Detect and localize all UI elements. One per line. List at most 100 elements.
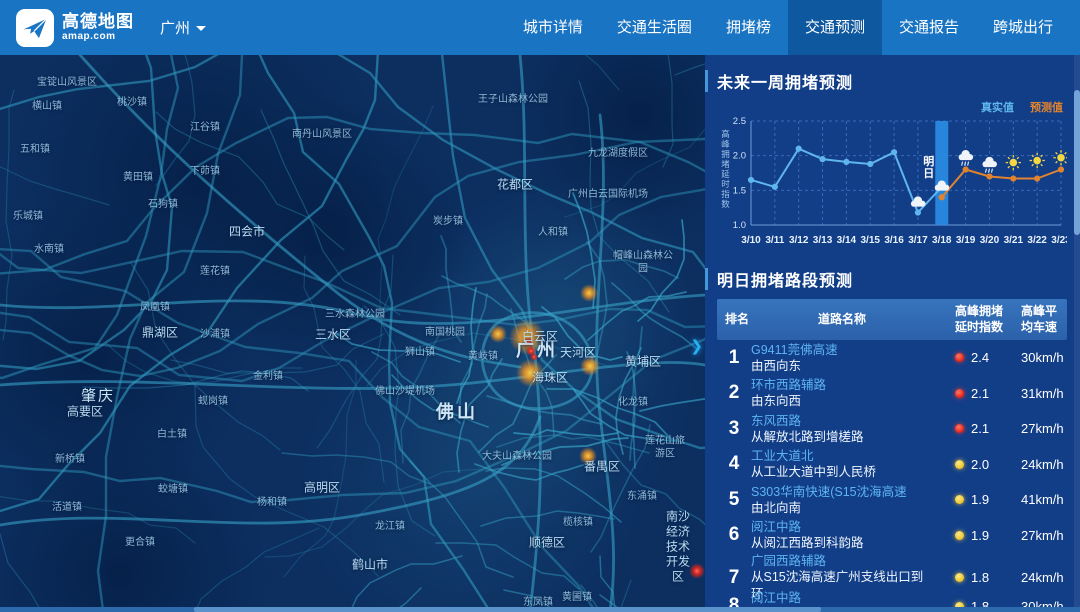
column-header-2: 道路名称 xyxy=(751,312,933,328)
svg-text:3/22: 3/22 xyxy=(1027,235,1047,246)
nav-item-congestion-rank[interactable]: 拥堵榜 xyxy=(709,0,788,55)
avg-speed: 41km/h xyxy=(1005,492,1067,507)
svg-text:1.5: 1.5 xyxy=(733,185,746,196)
congestion-level-dot xyxy=(955,389,964,398)
weather-sun-icon xyxy=(1030,153,1045,168)
nav-item-traffic-report[interactable]: 交通报告 xyxy=(882,0,976,55)
weather-sun-icon xyxy=(1053,150,1067,165)
avg-speed: 30km/h xyxy=(1005,350,1067,365)
congestion-index: 2.1 xyxy=(933,386,1005,401)
nav-item-traffic-life-circle[interactable]: 交通生活圈 xyxy=(600,0,709,55)
rank-cell: 3 xyxy=(717,418,751,440)
table-row: 5S303华南快速(S15沈海高速由北向南1.941km/h xyxy=(717,482,1067,518)
horizontal-scrollbar[interactable] xyxy=(0,607,1080,612)
amap-traffic-app: 高德地图 amap.com 广州 城市详情交通生活圈拥堵榜交通预测交通报告跨城出… xyxy=(0,0,1080,612)
avg-speed: 31km/h xyxy=(1005,386,1067,401)
road-direction: 由西向东 xyxy=(751,358,933,374)
table-row: 2环市西路辅路由东向西2.131km/h xyxy=(717,376,1067,412)
tomorrow-band xyxy=(935,121,948,225)
avg-speed: 27km/h xyxy=(1005,528,1067,543)
table-row: 6阅江中路从阅江西路到科韵路1.927km/h xyxy=(717,518,1067,554)
road-network xyxy=(0,55,705,612)
congestion-hotspot xyxy=(689,563,705,579)
congestion-level-dot xyxy=(955,353,964,362)
road-direction: 从解放北路到增槎路 xyxy=(751,429,933,445)
congestion-index: 1.9 xyxy=(933,492,1005,507)
road-name-link[interactable]: 广园西路辅路 xyxy=(751,553,933,569)
congestion-hotspot xyxy=(489,325,507,343)
y-axis-label: 高峰拥堵延时指数 xyxy=(721,129,731,209)
svg-text:3/17: 3/17 xyxy=(908,235,928,246)
svg-text:3/19: 3/19 xyxy=(956,235,976,246)
svg-text:3/18: 3/18 xyxy=(932,235,952,246)
main-content: 广州佛山肇庆四会市鼎湖区三水区高要区高明区顺德区番禺区天河区黄埔区海珠区白云区花… xyxy=(0,55,1080,612)
week-forecast-section: 未来一周拥堵预测 真实值预测值 1.01.52.02.5明日 3/103/113… xyxy=(717,69,1067,255)
nav-item-city-detail[interactable]: 城市详情 xyxy=(506,0,600,55)
congestion-index: 2.0 xyxy=(933,457,1005,472)
chart-legend: 真实值预测值 xyxy=(717,99,1063,113)
road-name-link[interactable]: G9411莞佛高速 xyxy=(751,342,933,358)
congestion-level-dot xyxy=(955,495,964,504)
week-forecast-title: 未来一周拥堵预测 xyxy=(717,69,1067,93)
column-header-3: 高峰拥堵 延时指数 xyxy=(933,304,1005,335)
horizontal-scrollbar-thumb[interactable] xyxy=(194,607,820,612)
vertical-scrollbar-thumb[interactable] xyxy=(1074,90,1080,235)
rank-cell: 7 xyxy=(717,567,751,589)
road-name-link[interactable]: 工业大道北 xyxy=(751,448,933,464)
congestion-index: 1.8 xyxy=(933,570,1005,585)
svg-text:3/16: 3/16 xyxy=(884,235,904,246)
table-row: 1G9411莞佛高速由西向东2.430km/h xyxy=(717,340,1067,376)
road-name-link[interactable]: 环市西路辅路 xyxy=(751,377,933,393)
road-direction: 由北向南 xyxy=(751,500,933,516)
table-body: 1G9411莞佛高速由西向东2.430km/h2环市西路辅路由东向西2.131k… xyxy=(717,340,1067,612)
congestion-hotspot xyxy=(580,356,600,376)
road-name-link[interactable]: 阅江中路 xyxy=(751,519,933,535)
svg-text:3/20: 3/20 xyxy=(980,235,1000,246)
series-forecast-line xyxy=(942,170,1061,198)
svg-text:2.5: 2.5 xyxy=(733,116,746,127)
svg-text:3/12: 3/12 xyxy=(789,235,809,246)
congestion-hotspot xyxy=(523,337,533,347)
brand-logo[interactable]: 高德地图 amap.com xyxy=(16,9,134,47)
amap-paper-plane-icon xyxy=(16,9,54,47)
road-name-link[interactable]: S303华南快速(S15沈海高速 xyxy=(751,484,933,500)
svg-text:3/15: 3/15 xyxy=(860,235,880,246)
congestion-index: 2.4 xyxy=(933,350,1005,365)
rank-cell: 2 xyxy=(717,382,751,404)
congestion-level-dot xyxy=(955,460,964,469)
panel-collapse-arrow[interactable]: ❯ xyxy=(690,337,703,355)
brand-domain: amap.com xyxy=(62,32,134,42)
congestion-level-dot xyxy=(955,573,964,582)
road-name-link[interactable]: 阅江中路 xyxy=(751,590,933,606)
road-direction: 从阅江西路到科韵路 xyxy=(751,535,933,551)
congestion-level-dot xyxy=(955,531,964,540)
rank-cell: 6 xyxy=(717,524,751,546)
congestion-hotspot xyxy=(579,447,597,465)
legend-forecast-value: 预测值 xyxy=(1030,102,1063,114)
traffic-map[interactable]: 广州佛山肇庆四会市鼎湖区三水区高要区高明区顺德区番禺区天河区黄埔区海珠区白云区花… xyxy=(0,55,705,612)
city-selector[interactable]: 广州 xyxy=(160,17,206,38)
congestion-level-dot xyxy=(955,424,964,433)
tomorrow-label: 明日 xyxy=(923,155,934,180)
svg-text:3/11: 3/11 xyxy=(765,235,784,246)
avg-speed: 24km/h xyxy=(1005,457,1067,472)
table-row: 3东风西路从解放北路到增槎路2.127km/h xyxy=(717,411,1067,447)
avg-speed: 27km/h xyxy=(1005,421,1067,436)
svg-text:3/21: 3/21 xyxy=(1004,235,1024,246)
congestion-hotspot xyxy=(580,284,598,302)
vertical-scrollbar[interactable] xyxy=(1074,55,1080,607)
svg-text:3/10: 3/10 xyxy=(741,235,761,246)
rank-cell: 1 xyxy=(717,347,751,369)
road-name-link[interactable]: 东风西路 xyxy=(751,413,933,429)
svg-text:3/23: 3/23 xyxy=(1051,235,1067,246)
nav-item-traffic-forecast[interactable]: 交通预测 xyxy=(788,0,882,55)
nav-menu: 城市详情交通生活圈拥堵榜交通预测交通报告跨城出行 xyxy=(506,0,1070,55)
svg-text:2.0: 2.0 xyxy=(733,151,746,162)
congestion-hotspot xyxy=(516,359,544,387)
congestion-index: 2.1 xyxy=(933,421,1005,436)
nav-item-intercity-travel[interactable]: 跨城出行 xyxy=(976,0,1070,55)
congestion-index: 1.9 xyxy=(933,528,1005,543)
brand-name: 高德地图 xyxy=(62,13,134,30)
forecast-panel: 未来一周拥堵预测 真实值预测值 1.01.52.02.5明日 3/103/113… xyxy=(705,55,1080,612)
rank-cell: 4 xyxy=(717,453,751,475)
